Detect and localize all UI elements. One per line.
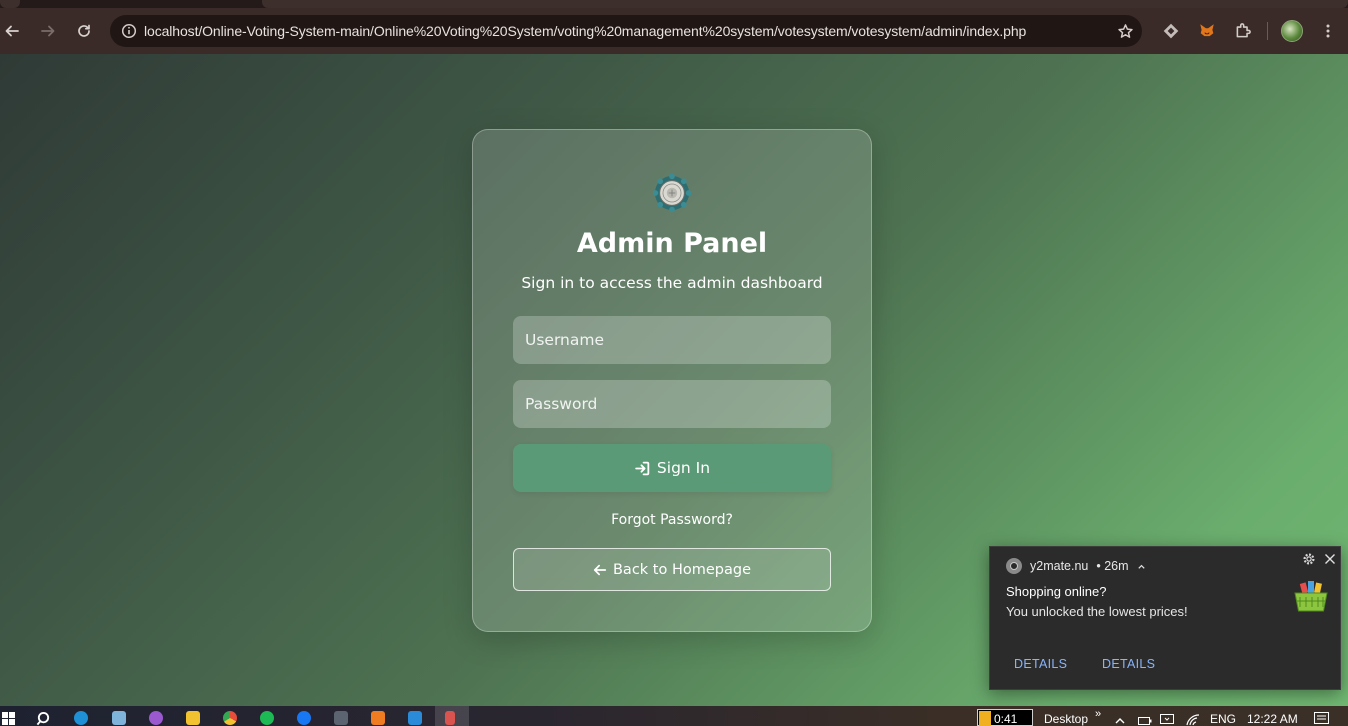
page-title: Admin Panel xyxy=(576,228,768,259)
tray-chevron-up-icon[interactable] xyxy=(1114,715,1126,725)
details-button-2[interactable]: DETAILS xyxy=(1102,657,1155,671)
sign-in-label: Sign In xyxy=(656,459,711,477)
back-to-homepage-label: Back to Homepage xyxy=(612,561,751,578)
notification-title: Shopping online? xyxy=(1006,584,1107,599)
vscode-icon[interactable] xyxy=(408,711,422,725)
page-subtitle: Sign in to access the admin dashboard xyxy=(521,274,823,292)
language-indicator[interactable]: ENG xyxy=(1210,712,1236,726)
extension-diamond-icon[interactable] xyxy=(1155,15,1187,47)
battery-icon[interactable] xyxy=(1138,716,1152,726)
notification-body: You unlocked the lowest prices! xyxy=(1006,604,1188,619)
wifi-icon[interactable] xyxy=(1186,714,1200,726)
file-explorer-icon[interactable] xyxy=(186,711,200,725)
active-app-icon[interactable] xyxy=(445,711,455,725)
tab-strip xyxy=(0,0,1348,8)
password-input[interactable] xyxy=(513,380,831,428)
gear-icon[interactable] xyxy=(1302,552,1316,566)
bookmark-star-icon[interactable] xyxy=(1108,23,1142,40)
details-button-1[interactable]: DETAILS xyxy=(1014,657,1067,671)
tray-box-text: 0:41 xyxy=(994,712,1018,726)
seal-logo-icon xyxy=(653,174,691,212)
notification-age: • 26m xyxy=(1096,559,1129,573)
notepad-icon[interactable] xyxy=(112,711,126,725)
metamask-fox-icon[interactable] xyxy=(1191,15,1223,47)
sign-in-icon xyxy=(635,461,650,475)
active-tab-edge[interactable] xyxy=(262,0,1348,8)
arrow-left-icon xyxy=(593,564,607,575)
tab-edge[interactable] xyxy=(0,0,20,8)
back-arrow-icon[interactable] xyxy=(0,13,30,49)
puzzle-extensions-icon[interactable] xyxy=(1227,15,1259,47)
desktop-label[interactable]: Desktop xyxy=(1044,712,1088,726)
browser-toolbar: localhost/Online-Voting-System-main/Onli… xyxy=(0,8,1348,54)
display-icon[interactable] xyxy=(1160,714,1174,726)
username-input[interactable] xyxy=(513,316,831,364)
spotify-icon[interactable] xyxy=(260,711,274,725)
profile-avatar[interactable] xyxy=(1276,15,1308,47)
forgot-password-link[interactable]: Forgot Password? xyxy=(473,512,871,528)
chevron-up-icon[interactable] xyxy=(1137,562,1146,571)
reload-icon[interactable] xyxy=(66,13,102,49)
windows-start-icon[interactable] xyxy=(2,712,16,726)
notification-header: y2mate.nu • 26m xyxy=(1006,558,1146,574)
chrome-taskbar-icon[interactable] xyxy=(223,711,237,725)
calculator-icon[interactable] xyxy=(334,711,348,725)
xampp-icon[interactable] xyxy=(371,711,385,725)
facebook-icon[interactable] xyxy=(297,711,311,725)
kebab-menu-icon[interactable] xyxy=(1312,15,1344,47)
back-to-homepage-button[interactable]: Back to Homepage xyxy=(513,548,831,591)
site-info-icon[interactable] xyxy=(114,23,144,39)
forward-arrow-icon[interactable] xyxy=(30,13,66,49)
purple-app-icon[interactable] xyxy=(149,711,163,725)
url-text[interactable]: localhost/Online-Voting-System-main/Onli… xyxy=(144,23,1108,39)
clock-time[interactable]: 12:22 AM xyxy=(1247,712,1298,726)
tray-media-box[interactable]: 0:41 xyxy=(977,709,1033,726)
windows-taskbar: 0:41 Desktop » ENG 12:22 AM xyxy=(0,706,1348,726)
chrome-icon xyxy=(1006,558,1022,574)
action-center-icon[interactable] xyxy=(1314,712,1329,726)
notification-source: y2mate.nu xyxy=(1030,559,1089,573)
sign-in-button[interactable]: Sign In xyxy=(513,444,831,492)
edge-browser-icon[interactable] xyxy=(74,711,88,725)
browser-notification[interactable]: y2mate.nu • 26m Shopping online? You unl… xyxy=(989,546,1341,690)
shopping-basket-icon xyxy=(1294,581,1328,612)
close-icon[interactable] xyxy=(1322,551,1338,567)
address-bar[interactable]: localhost/Online-Voting-System-main/Onli… xyxy=(110,15,1142,47)
double-chevron-icon[interactable]: » xyxy=(1095,708,1101,720)
toolbar-separator xyxy=(1267,22,1268,40)
extensions-area xyxy=(1155,15,1344,47)
login-card: Admin Panel Sign in to access the admin … xyxy=(472,129,872,632)
search-icon[interactable] xyxy=(36,711,51,726)
